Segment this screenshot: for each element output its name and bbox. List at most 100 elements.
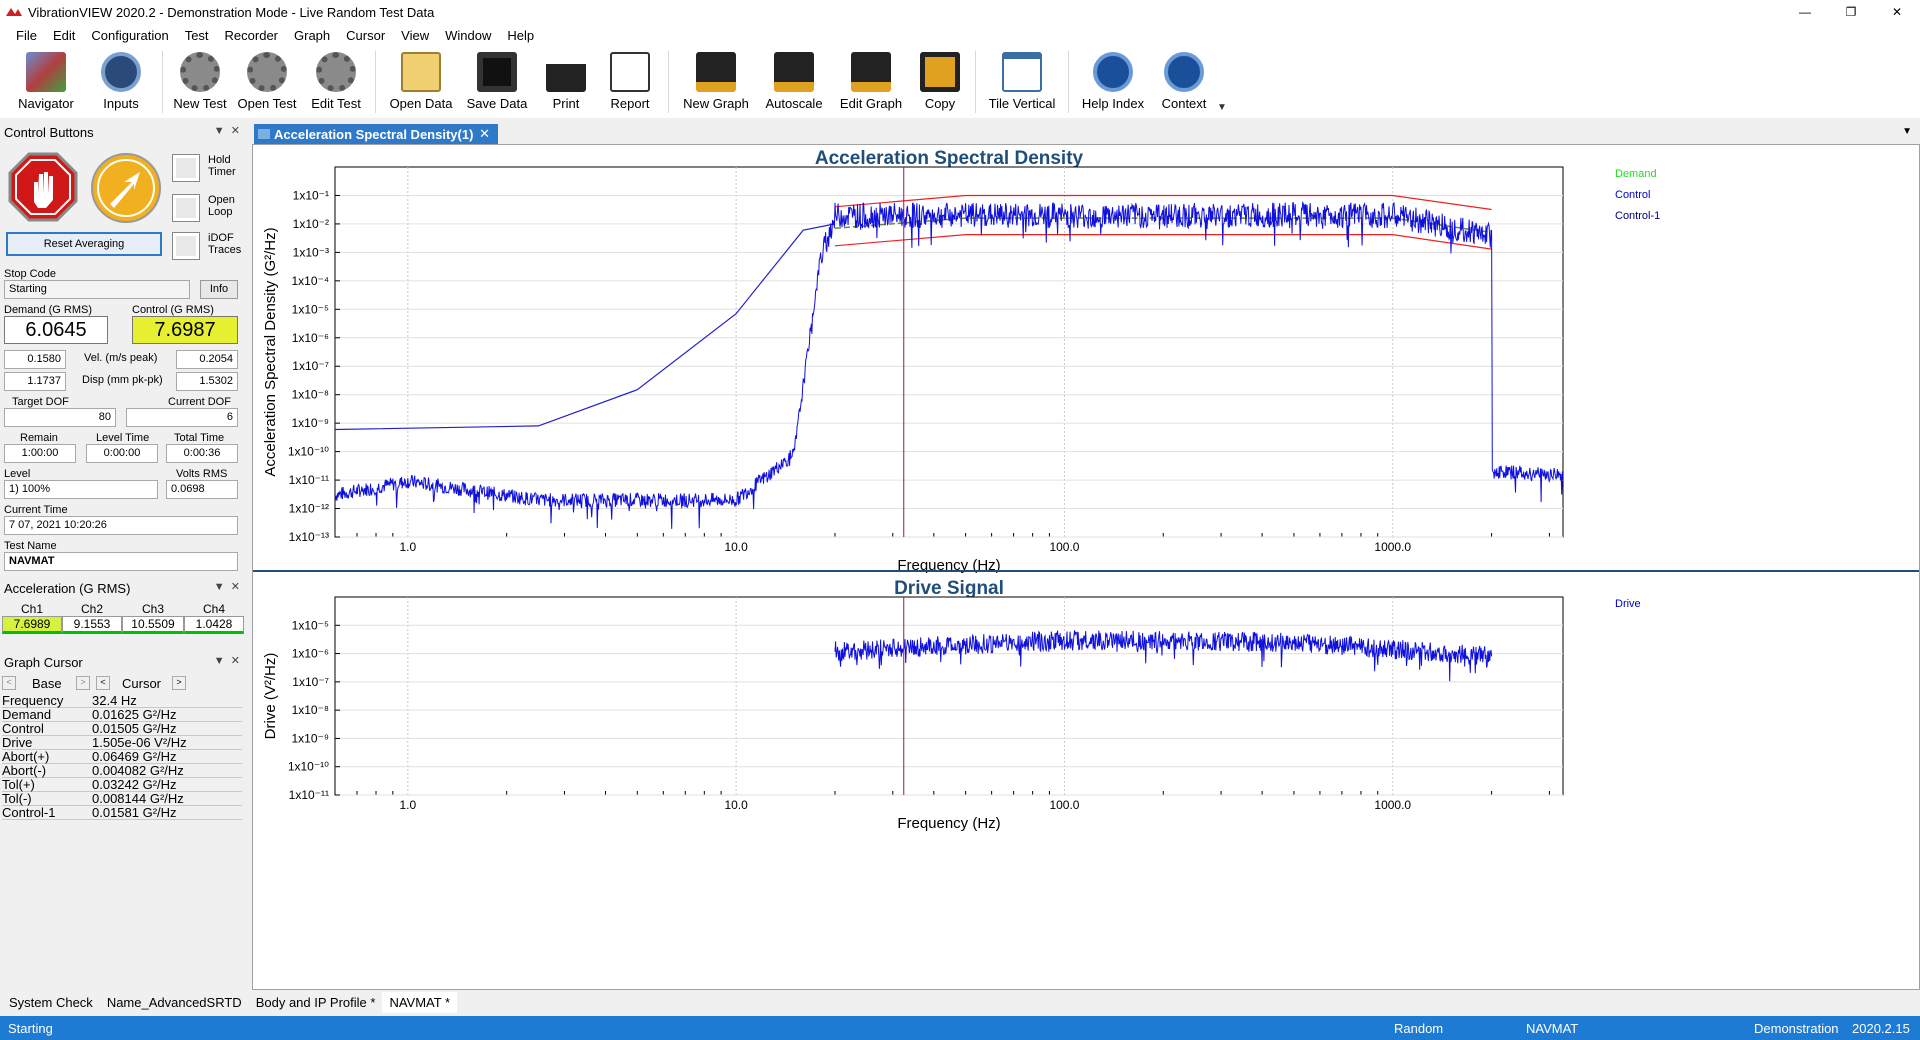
hold-timer-checkbox[interactable]	[172, 154, 200, 182]
copy-icon	[920, 52, 960, 92]
legend-entry: Drive	[1615, 598, 1641, 610]
menu-test[interactable]: Test	[177, 28, 217, 43]
help-index-icon	[1093, 52, 1133, 92]
cursor-next-button[interactable]: >	[172, 676, 186, 690]
edit-test-button[interactable]: Edit Test	[303, 46, 369, 118]
context-label: Context	[1161, 96, 1207, 111]
menu-graph[interactable]: Graph	[286, 28, 338, 43]
menu-cursor[interactable]: Cursor	[338, 28, 393, 43]
vel-demand-value: 0.1580	[4, 350, 66, 369]
cursor-readout-value: 0.03242 G²/Hz	[92, 777, 177, 792]
cursor-readout-name: Control	[2, 721, 44, 736]
y-tick-label: 1x10⁻⁵	[292, 618, 329, 632]
menu-help[interactable]: Help	[499, 28, 542, 43]
cursor-readout-row: Control-1 0.01581 G²/Hz	[2, 806, 242, 820]
x-tick-label: 100.0	[1049, 798, 1079, 812]
open-test-label: Open Test	[237, 96, 297, 111]
cursor-readout-row: Abort(+) 0.06469 G²/Hz	[2, 750, 242, 764]
left-panel: Control Buttons ▼ ✕ Hold Timer Open Loop…	[0, 122, 246, 984]
run-button[interactable]	[90, 152, 162, 224]
print-button[interactable]: Print	[534, 46, 598, 118]
tab-acceleration-spectral-density[interactable]: Acceleration Spectral Density(1) ✕	[254, 124, 498, 144]
new-test-button[interactable]: New Test	[169, 46, 231, 118]
plot-frame	[334, 596, 1564, 796]
acceleration-title: Acceleration (G RMS)	[4, 580, 131, 596]
toolbar-overflow-chevron-icon[interactable]: ▼	[1217, 102, 1227, 118]
idof-traces-checkbox[interactable]	[172, 232, 200, 260]
base-prev-button[interactable]: <	[2, 676, 16, 690]
info-label: Info	[209, 283, 229, 295]
open-test-button[interactable]: Open Test	[231, 46, 303, 118]
channel-value: 7.6989	[2, 616, 62, 634]
base-next-button[interactable]: >	[76, 676, 90, 690]
close-button[interactable]: ✕	[1874, 0, 1920, 24]
restore-button[interactable]: ❐	[1828, 0, 1874, 24]
new-test-label: New Test	[173, 96, 227, 111]
menu-window[interactable]: Window	[437, 28, 499, 43]
y-tick-label: 1x10⁻⁸	[292, 388, 329, 402]
tile-vertical-button[interactable]: Tile Vertical	[982, 46, 1062, 118]
cursor-readout-name: Control-1	[2, 805, 56, 820]
menu-edit[interactable]: Edit	[45, 28, 83, 43]
tab-navmat[interactable]: NAVMAT *	[382, 991, 458, 1013]
y-tick-label: 1x10⁻⁹	[292, 731, 330, 745]
panel-controls[interactable]: ▼ ✕	[214, 124, 240, 137]
channel-list: Ch1 7.6989 Ch2 9.1553 Ch3 10.5509 Ch4 1.…	[2, 602, 244, 636]
cursor-prev-button[interactable]: <	[96, 676, 110, 690]
reset-averaging-button[interactable]: Reset Averaging	[6, 232, 162, 256]
minimize-button[interactable]: —	[1782, 0, 1828, 24]
menu-configuration[interactable]: Configuration	[83, 28, 176, 43]
menu-file[interactable]: File	[8, 28, 45, 43]
edit-graph-button[interactable]: Edit Graph	[831, 46, 911, 118]
copy-button[interactable]: Copy	[911, 46, 969, 118]
navigator-button[interactable]: Navigator	[6, 46, 86, 118]
save-data-button[interactable]: Save Data	[460, 46, 534, 118]
tab-dropdown-chevron-icon[interactable]: ▼	[1902, 126, 1912, 137]
cursor-readout-name: Abort(+)	[2, 749, 50, 764]
info-button[interactable]: Info	[200, 280, 238, 299]
autoscale-button[interactable]: Autoscale	[757, 46, 831, 118]
channel-value: 10.5509	[122, 616, 184, 634]
tab-system-check[interactable]: System Check	[2, 992, 100, 1013]
graph-tab-bar: ▼	[252, 122, 1920, 144]
tab-body-and-ip-profile[interactable]: Body and IP Profile *	[249, 992, 383, 1013]
channel-name: Ch1	[20, 602, 43, 616]
disp-control-value: 1.5302	[176, 372, 238, 391]
test-name-value: NAVMAT	[4, 552, 238, 571]
level-time-value: 0:00:00	[86, 444, 158, 463]
status-state: Starting	[8, 1021, 53, 1036]
new-graph-button[interactable]: New Graph	[675, 46, 757, 118]
status-test: NAVMAT	[1526, 1021, 1579, 1036]
help-index-button[interactable]: Help Index	[1075, 46, 1151, 118]
context-help-icon	[1164, 52, 1204, 92]
navigator-label: Navigator	[18, 96, 74, 111]
autoscale-label: Autoscale	[765, 96, 823, 111]
target-dof-label: Target DOF	[12, 396, 69, 408]
test-tabs-bar: System Check Name_AdvancedSRTD Body and …	[0, 990, 1920, 1014]
stop-button[interactable]	[8, 152, 78, 222]
open-data-button[interactable]: Open Data	[382, 46, 460, 118]
channel-ch2: Ch2 9.1553	[62, 602, 122, 636]
channel-value: 1.0428	[184, 616, 244, 634]
legend-entry: Control-1	[1615, 210, 1660, 222]
context-help-button[interactable]: Context	[1151, 46, 1217, 118]
channel-value: 9.1553	[62, 616, 122, 634]
x-tick-label: 1.0	[399, 540, 416, 554]
tab-close-icon[interactable]: ✕	[479, 126, 490, 142]
open-loop-checkbox[interactable]	[172, 194, 200, 222]
report-button[interactable]: Report	[598, 46, 662, 118]
tab-name-advancedsrtd[interactable]: Name_AdvancedSRTD	[100, 992, 249, 1013]
legend-entry: Demand	[1615, 168, 1657, 180]
panel-controls[interactable]: ▼ ✕	[214, 654, 240, 667]
panel-controls[interactable]: ▼ ✕	[214, 580, 240, 593]
charts-canvas[interactable]: Acceleration Spectral Density 1.0 10.0 100.…	[253, 145, 1919, 989]
y-tick-label: 1x10⁻¹¹	[289, 473, 329, 487]
y-tick-label: 1x10⁻⁶	[292, 331, 329, 345]
menu-view[interactable]: View	[393, 28, 437, 43]
y-tick-label: 1x10⁻¹³	[289, 530, 329, 544]
menu-recorder[interactable]: Recorder	[217, 28, 286, 43]
gear-new-icon	[180, 52, 220, 92]
inputs-button[interactable]: Inputs	[86, 46, 156, 118]
vel-control-value: 0.2054	[176, 350, 238, 369]
total-time-label: Total Time	[174, 432, 225, 444]
